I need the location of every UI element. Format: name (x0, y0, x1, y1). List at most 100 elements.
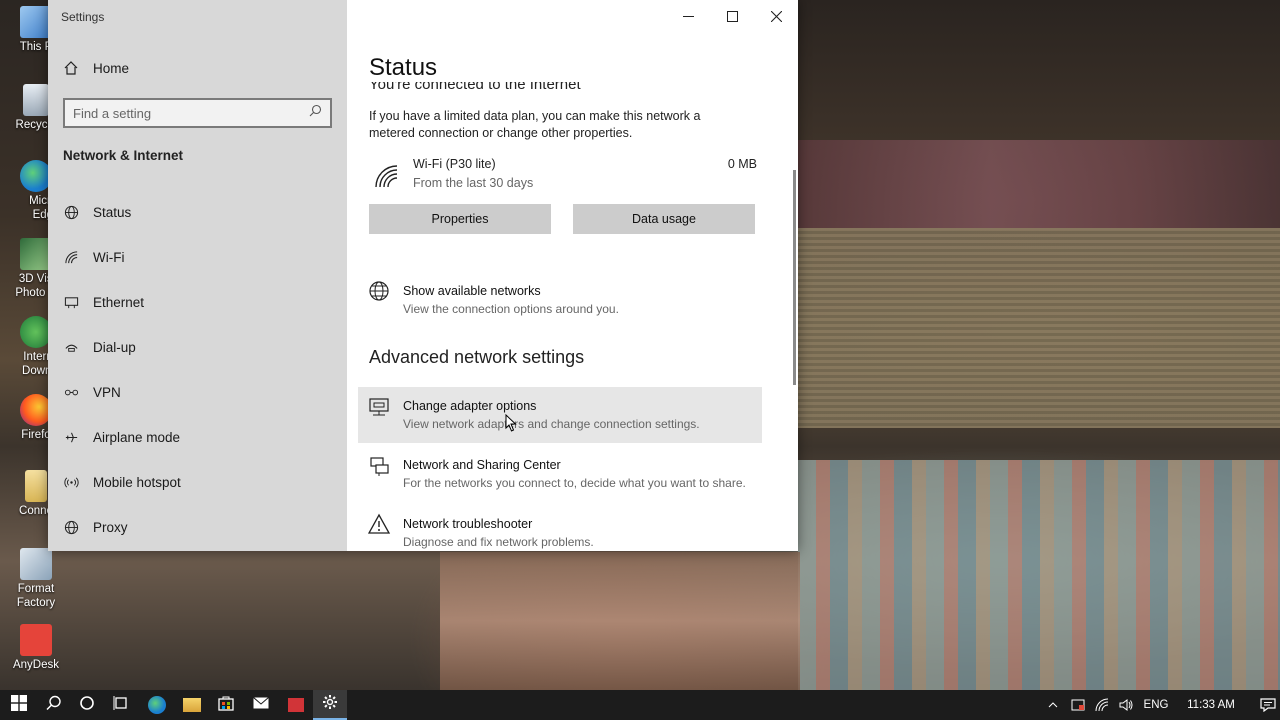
recycle-bin-icon (23, 84, 49, 116)
airplane-icon (63, 430, 79, 446)
wallpaper-book (798, 228, 1280, 428)
taskbar-mail[interactable] (244, 690, 278, 720)
show-networks-title: Show available networks (403, 284, 541, 298)
nav-home[interactable]: Home (63, 60, 129, 76)
search-input[interactable] (73, 105, 293, 121)
security-icon[interactable] (1066, 698, 1090, 712)
change-adapter-options-link[interactable]: Change adapter options View network adap… (358, 387, 762, 443)
sidebar-item-proxy[interactable]: Proxy (48, 505, 347, 550)
sidebar-item-status[interactable]: Status (48, 190, 347, 235)
sidebar-item-label: Proxy (93, 520, 128, 535)
scrollbar[interactable] (793, 170, 796, 385)
show-networks-subtitle: View the connection options around you. (403, 302, 619, 316)
globe-network-icon (368, 280, 392, 304)
adapter-title: Change adapter options (403, 399, 537, 413)
wifi-tray-icon[interactable] (1090, 698, 1114, 712)
network-troubleshooter-link[interactable]: Network troubleshooter Diagnose and fix … (358, 505, 762, 551)
nav-home-label: Home (93, 60, 130, 76)
sharing-center-subtitle: For the networks you connect to, decide … (403, 476, 746, 490)
home-icon (63, 60, 79, 76)
maximize-button[interactable] (710, 0, 754, 32)
troubleshooter-subtitle: Diagnose and fix network problems. (403, 535, 594, 549)
language-indicator[interactable]: ENG (1138, 699, 1174, 711)
start-button[interactable] (2, 690, 36, 720)
taskbar-settings[interactable] (313, 690, 347, 720)
network-period: From the last 30 days (413, 176, 534, 190)
network-name: Wi-Fi (P30 lite) (413, 157, 496, 171)
desktop-icon-anydesk[interactable]: AnyDesk (4, 624, 68, 672)
metered-description: If you have a limited data plan, you can… (369, 109, 701, 140)
clock[interactable]: 11:33 AM (1174, 699, 1248, 711)
taskbar-edge[interactable] (140, 690, 174, 720)
dialup-icon (63, 340, 79, 356)
network-sharing-center-link[interactable]: Network and Sharing Center For the netwo… (358, 446, 762, 502)
chevron-up-icon[interactable] (1048, 699, 1066, 711)
troubleshooter-title: Network troubleshooter (403, 517, 533, 531)
sidebar-item-mobile-hotspot[interactable]: Mobile hotspot (48, 460, 347, 505)
office-app-icon (288, 698, 304, 712)
section-title: Network & Internet (63, 148, 184, 163)
adapter-icon (368, 395, 392, 419)
nav-list: Status Wi-Fi Ethernet Dial-up VPN Airpla… (48, 190, 347, 550)
mail-icon (253, 696, 269, 714)
window-title: Settings (61, 10, 105, 24)
sidebar-item-label: Mobile hotspot (93, 475, 181, 490)
network-usage: 0 MB (727, 157, 757, 171)
sidebar-item-label: VPN (93, 385, 121, 400)
wifi-signal-icon (373, 163, 399, 194)
sidebar-item-dialup[interactable]: Dial-up (48, 325, 347, 370)
sidebar-item-airplane-mode[interactable]: Airplane mode (48, 415, 347, 460)
taskbar-office[interactable] (279, 690, 313, 720)
sharing-center-title: Network and Sharing Center (403, 458, 561, 472)
warning-icon (367, 513, 392, 537)
sidebar-item-label: Wi-Fi (93, 250, 125, 265)
sidebar-item-vpn[interactable]: VPN (48, 370, 347, 415)
windows-logo-icon (11, 694, 27, 716)
sidebar-item-label: Status (93, 205, 132, 220)
task-view-button[interactable] (104, 690, 138, 720)
sidebar-item-label: Ethernet (93, 295, 145, 310)
wallpaper-book (798, 460, 1280, 690)
globe-icon (63, 520, 79, 536)
sidebar-item-label: Airplane mode (93, 430, 181, 445)
page-title: Status (369, 54, 438, 81)
ethernet-icon (63, 295, 79, 311)
network-usage-row: Wi-Fi (P30 lite) From the last 30 days 0… (369, 157, 757, 197)
search-box[interactable] (63, 98, 332, 128)
folder-icon (183, 698, 201, 712)
search-taskbar-button[interactable] (37, 690, 71, 720)
anydesk-icon (20, 624, 52, 656)
folder-icon (25, 470, 47, 502)
data-usage-button[interactable]: Data usage (573, 204, 755, 234)
cortana-icon (79, 695, 95, 716)
volume-icon[interactable] (1114, 698, 1138, 712)
show-networks-link[interactable]: Show available networks View the connect… (358, 272, 762, 328)
sidebar-item-ethernet[interactable]: Ethernet (48, 280, 347, 325)
connection-heading: You're connected to the Internet (369, 82, 581, 93)
search-icon (46, 695, 62, 716)
close-button[interactable] (754, 0, 798, 32)
sidebar-item-label: Dial-up (93, 340, 136, 355)
advanced-settings-heading: Advanced network settings (369, 347, 585, 367)
globe-icon (63, 205, 79, 221)
search-icon (309, 104, 322, 122)
sidebar-item-wifi[interactable]: Wi-Fi (48, 235, 347, 280)
main-panel: Status You're connected to the Internet … (347, 0, 798, 551)
gear-icon (322, 694, 338, 715)
properties-button[interactable]: Properties (369, 204, 551, 234)
sharing-center-icon (368, 454, 392, 478)
wallpaper-top (798, 0, 1280, 140)
format-factory-icon (20, 548, 52, 580)
taskbar-file-explorer[interactable] (175, 690, 209, 720)
vpn-icon (63, 385, 79, 401)
hotspot-icon (63, 475, 79, 491)
system-tray: ENG 11:33 AM (1048, 690, 1280, 720)
notifications-icon[interactable] (1248, 698, 1280, 712)
minimize-button[interactable] (666, 0, 710, 32)
wallpaper-book (440, 552, 800, 690)
sidebar: Settings Home Network & Internet Status … (48, 0, 347, 551)
cortana-button[interactable] (70, 690, 104, 720)
adapter-subtitle: View network adapters and change connect… (403, 417, 700, 431)
desktop-icon-format-factory[interactable]: Format Factory (4, 548, 68, 610)
taskbar-store[interactable] (209, 690, 243, 720)
